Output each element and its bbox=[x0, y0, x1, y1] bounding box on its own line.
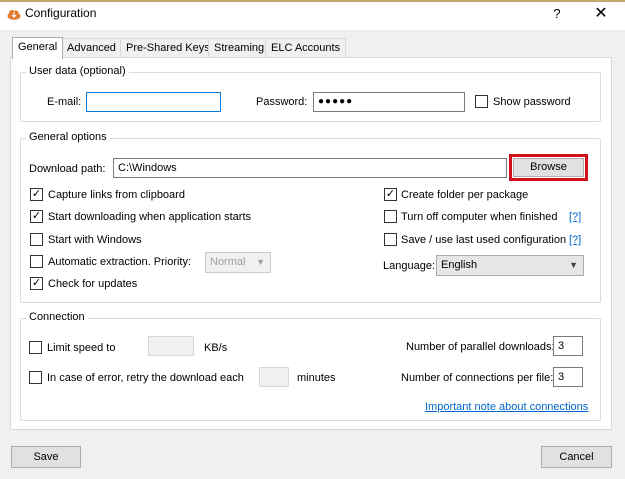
check-updates-label: Check for updates bbox=[48, 278, 138, 290]
email-field[interactable] bbox=[86, 92, 221, 112]
retry-checkbox[interactable] bbox=[29, 371, 42, 384]
priority-select[interactable]: Normal ▼ bbox=[205, 252, 271, 273]
window-title: Configuration bbox=[25, 6, 97, 20]
tab-general[interactable]: General bbox=[12, 37, 64, 59]
check-updates-checkbox[interactable]: ✓ bbox=[30, 277, 43, 290]
create-folder-label: Create folder per package bbox=[401, 189, 529, 201]
save-config-help-link[interactable]: [?] bbox=[569, 234, 581, 246]
start-with-windows-label: Start with Windows bbox=[48, 234, 142, 246]
turn-off-checkbox[interactable] bbox=[384, 210, 397, 223]
auto-extraction-checkbox[interactable] bbox=[30, 255, 43, 268]
close-button[interactable]: ✕ bbox=[586, 2, 616, 26]
save-config-label: Save / use last used configuration bbox=[401, 234, 567, 246]
download-path-field[interactable]: C:\Windows bbox=[113, 158, 507, 178]
show-password-checkbox[interactable] bbox=[475, 95, 488, 108]
chevron-down-icon: ▼ bbox=[569, 260, 578, 270]
tab-pre-shared-keys[interactable]: Pre-Shared Keys bbox=[120, 38, 216, 58]
connections-per-file-label: Number of connections per file: bbox=[401, 372, 554, 384]
retry-unit-label: minutes bbox=[297, 372, 336, 384]
save-config-checkbox[interactable] bbox=[384, 233, 397, 246]
email-label: E-mail: bbox=[47, 96, 82, 108]
auto-extraction-label: Automatic extraction. Priority: bbox=[48, 256, 192, 268]
limit-speed-checkbox[interactable] bbox=[29, 341, 42, 354]
capture-links-checkbox[interactable]: ✓ bbox=[30, 188, 43, 201]
password-field[interactable]: ●●●●● bbox=[313, 92, 465, 112]
priority-value: Normal bbox=[210, 256, 246, 268]
start-downloading-checkbox[interactable]: ✓ bbox=[30, 210, 43, 223]
title-bar-strip bbox=[0, 0, 625, 2]
cancel-button[interactable]: Cancel bbox=[541, 446, 612, 468]
limit-speed-label: Limit speed to bbox=[47, 342, 116, 354]
save-button[interactable]: Save bbox=[11, 446, 81, 468]
tab-elc-accounts[interactable]: ELC Accounts bbox=[265, 38, 347, 58]
language-label: Language: bbox=[383, 260, 435, 272]
parallel-downloads-label: Number of parallel downloads: bbox=[406, 341, 555, 353]
user-data-title: User data (optional) bbox=[26, 65, 129, 77]
retry-minutes-field[interactable] bbox=[259, 367, 289, 387]
connections-per-file-field[interactable]: 3 bbox=[553, 367, 583, 387]
parallel-downloads-field[interactable]: 3 bbox=[553, 336, 583, 356]
show-password-label: Show password bbox=[493, 96, 571, 108]
speed-unit-label: KB/s bbox=[204, 342, 228, 354]
turn-off-help-link[interactable]: [?] bbox=[569, 211, 581, 223]
create-folder-checkbox[interactable]: ✓ bbox=[384, 188, 397, 201]
language-select[interactable]: English ▼ bbox=[436, 255, 584, 276]
help-button[interactable]: ? bbox=[543, 2, 571, 26]
start-with-windows-checkbox[interactable] bbox=[30, 233, 43, 246]
connection-title: Connection bbox=[26, 311, 88, 323]
tab-streaming[interactable]: Streaming bbox=[208, 38, 271, 58]
retry-label: In case of error, retry the download eac… bbox=[47, 372, 244, 384]
tab-advanced[interactable]: Advanced bbox=[61, 38, 122, 58]
browse-button[interactable]: Browse bbox=[513, 158, 584, 177]
general-options-title: General options bbox=[26, 131, 110, 143]
password-label: Password: bbox=[256, 96, 308, 108]
chevron-down-icon: ▼ bbox=[256, 257, 265, 267]
connections-note-link[interactable]: Important note about connections bbox=[425, 401, 588, 413]
language-value: English bbox=[441, 259, 478, 271]
app-logo-icon bbox=[7, 10, 21, 20]
download-path-label: Download path: bbox=[29, 163, 106, 175]
start-downloading-label: Start downloading when application start… bbox=[48, 211, 252, 223]
speed-field[interactable] bbox=[148, 336, 194, 356]
turn-off-label: Turn off computer when finished bbox=[401, 211, 558, 223]
capture-links-label: Capture links from clipboard bbox=[48, 189, 185, 201]
